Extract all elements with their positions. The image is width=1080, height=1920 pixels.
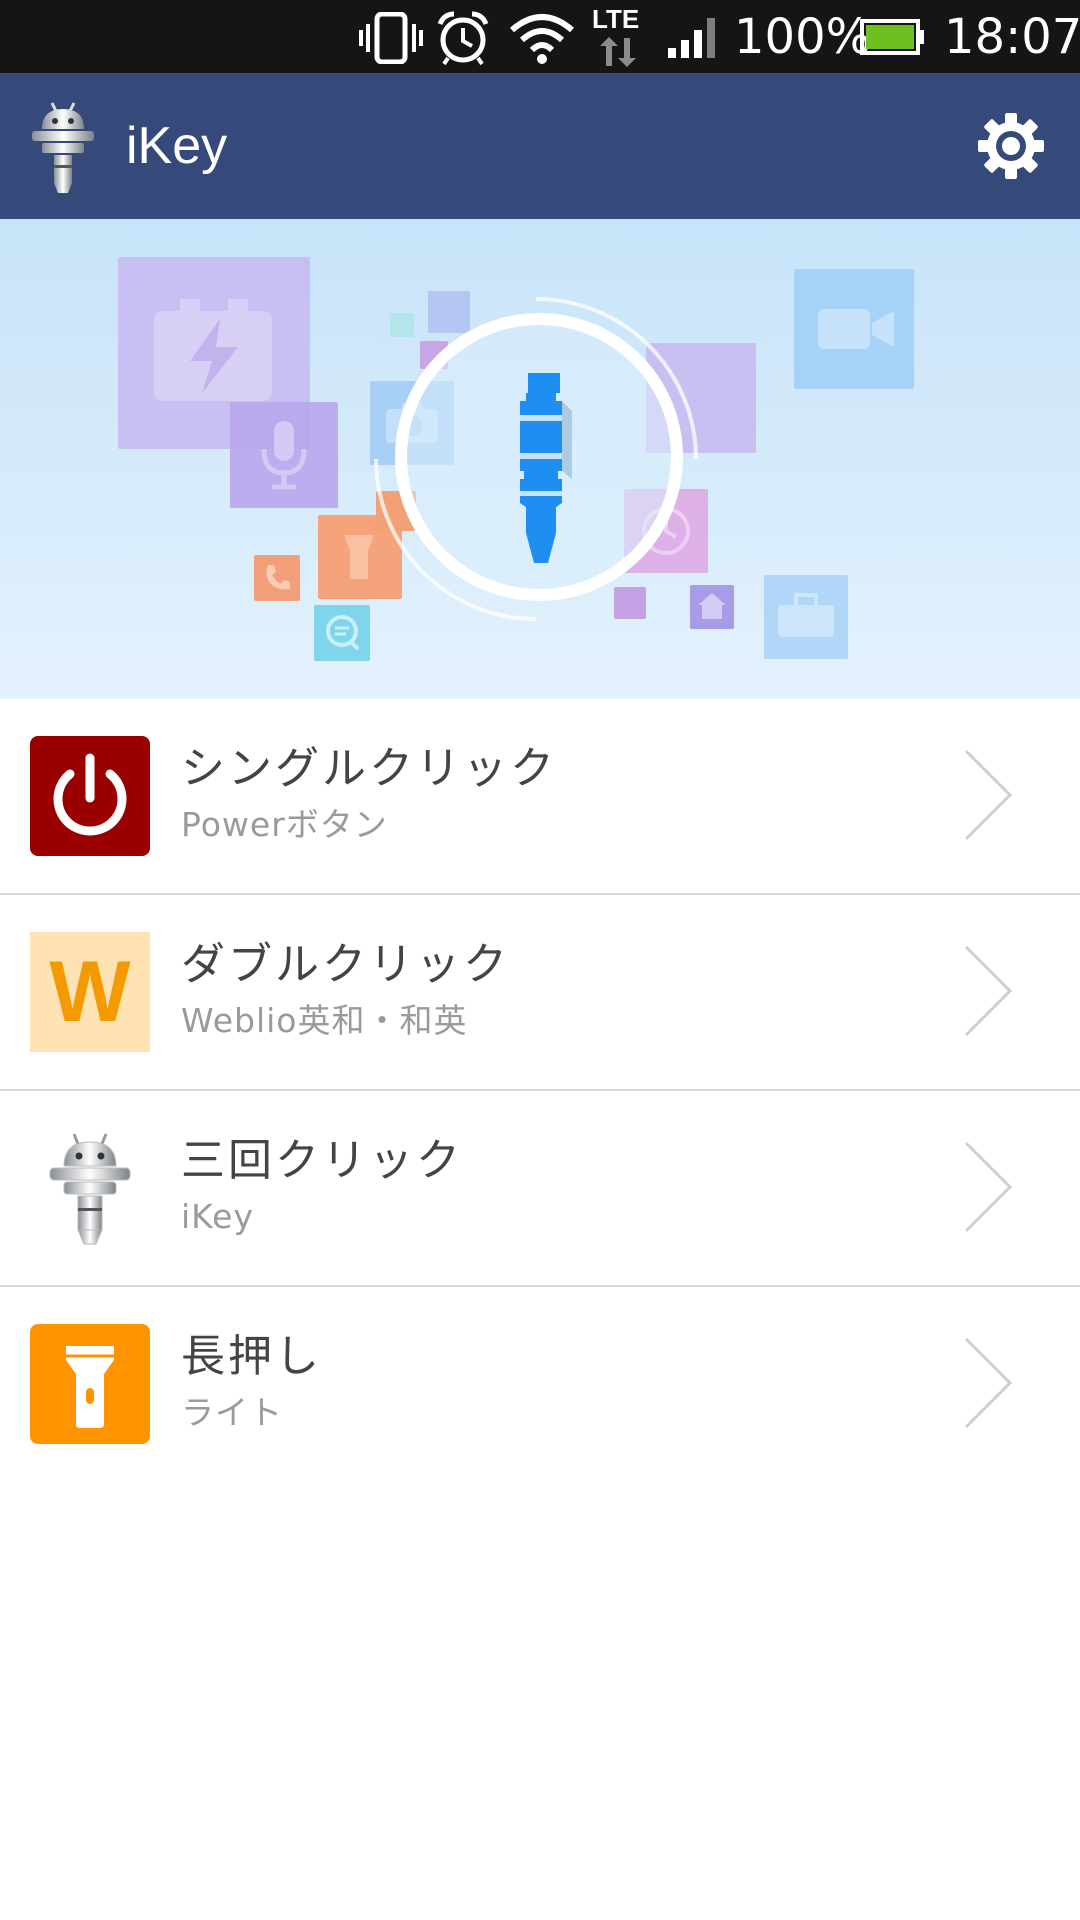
chat-icon — [326, 615, 360, 651]
hero-banner — [0, 219, 1080, 699]
chevron-right-icon — [964, 1337, 1013, 1429]
power-icon — [30, 736, 150, 856]
clock: 18:07 — [944, 9, 1080, 65]
gear-icon[interactable] — [976, 111, 1046, 181]
list-item-triple-click[interactable]: 三回クリック iKey — [0, 1091, 1080, 1287]
list-item-single-click[interactable]: シングルクリック Powerボタン — [0, 699, 1080, 895]
phone-icon — [266, 565, 290, 590]
action-app: Weblio英和・和英 — [181, 1001, 468, 1040]
chevron-right-icon — [964, 749, 1013, 841]
ikey-logo-icon — [32, 102, 94, 193]
action-app: ライト — [181, 1393, 283, 1432]
earphone-plug-icon — [520, 373, 572, 563]
action-title: 三回クリック — [181, 1135, 463, 1186]
battery-bolt-icon — [154, 299, 272, 401]
lte-label: LTE — [592, 4, 640, 34]
action-app: Powerボタン — [181, 805, 388, 844]
chevron-right-icon — [964, 945, 1013, 1037]
signal-icon — [668, 18, 715, 58]
app-title: iKey — [126, 117, 228, 175]
action-title: シングルクリック — [181, 743, 557, 794]
status-bar: LTE 100% 18:07 — [0, 0, 1080, 73]
action-title: 長押し — [181, 1331, 322, 1382]
flashlight-icon — [30, 1324, 150, 1444]
action-app: iKey — [181, 1197, 254, 1236]
ikey-icon — [49, 1133, 131, 1245]
vibrate-icon — [359, 12, 423, 64]
weblio-letter: W — [49, 944, 131, 1040]
battery-percent: 100% — [734, 9, 872, 65]
alarm-icon — [437, 11, 489, 66]
wifi-icon — [510, 14, 574, 64]
microphone-icon — [261, 421, 307, 490]
click-action-list: シングルクリック Powerボタン W ダブルクリック Weblio英和・和英 — [0, 699, 1080, 1481]
list-item-double-click[interactable]: W ダブルクリック Weblio英和・和英 — [0, 895, 1080, 1091]
list-item-long-press[interactable]: 長押し ライト — [0, 1287, 1080, 1481]
weblio-icon: W — [30, 932, 150, 1052]
app-bar: iKey — [0, 73, 1080, 219]
toolbox-icon — [778, 593, 834, 637]
lte-indicator: LTE — [590, 4, 646, 68]
battery-icon — [860, 19, 924, 55]
lte-data-icon — [600, 37, 636, 67]
video-camera-icon — [818, 309, 894, 349]
action-title: ダブルクリック — [181, 939, 510, 990]
chevron-right-icon — [964, 1141, 1013, 1233]
